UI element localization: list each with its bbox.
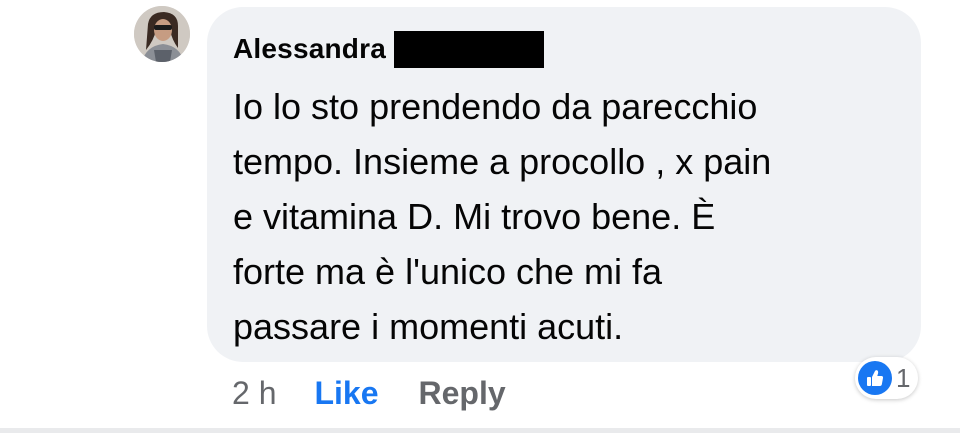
comment-actions: 2 h Like Reply bbox=[232, 372, 506, 414]
author-name[interactable]: Alessandra bbox=[233, 33, 386, 65]
comment-bubble: Alessandra Io lo sto prendendo da parecc… bbox=[207, 7, 921, 362]
like-button[interactable]: Like bbox=[314, 375, 378, 412]
comment-text: Io lo sto prendendo da parecchio tempo. … bbox=[233, 86, 772, 347]
divider bbox=[0, 428, 960, 433]
timestamp[interactable]: 2 h bbox=[232, 375, 276, 412]
author-row: Alessandra bbox=[233, 29, 544, 69]
redacted-last-name bbox=[393, 30, 544, 68]
avatar-photo bbox=[134, 6, 190, 62]
avatar[interactable] bbox=[134, 6, 190, 62]
thumbs-up-icon bbox=[858, 361, 892, 395]
comment-thread: Alessandra Io lo sto prendendo da parecc… bbox=[0, 0, 960, 433]
reactions-summary[interactable]: 1 bbox=[855, 357, 919, 399]
reply-button[interactable]: Reply bbox=[419, 375, 506, 412]
reaction-count: 1 bbox=[896, 362, 911, 393]
